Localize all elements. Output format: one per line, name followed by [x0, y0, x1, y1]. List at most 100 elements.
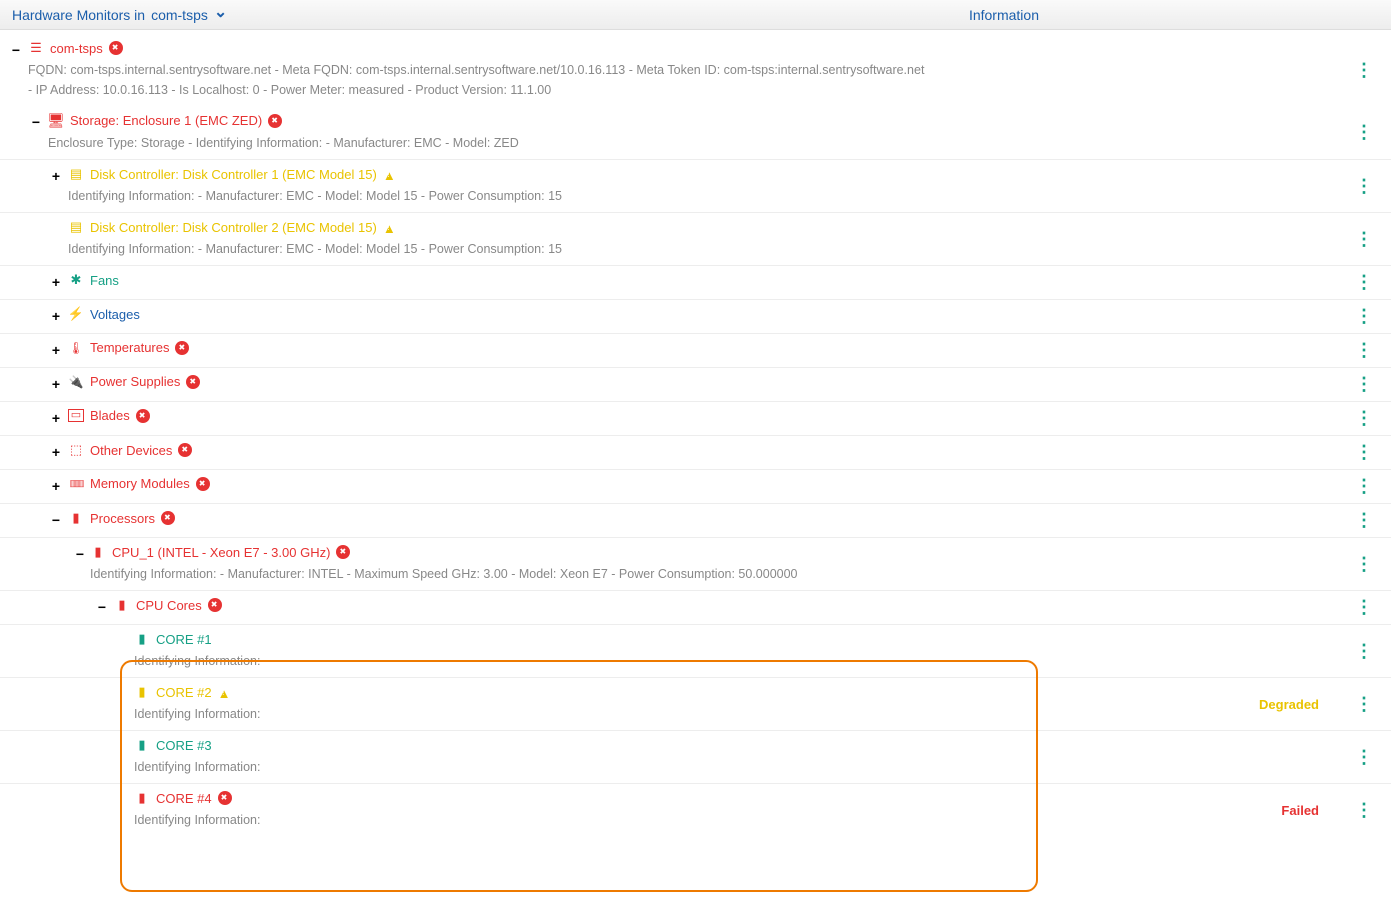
tree-row-host[interactable]: −com-tspsFQDN: com-tsps.internal.sentrys… [0, 34, 1391, 106]
tree-node-label[interactable]: Disk Controller: Disk Controller 2 (EMC … [90, 220, 377, 235]
tree-row-other[interactable]: + Other Devices ⋮ [0, 436, 1391, 470]
status-error-icon [218, 791, 232, 805]
kebab-menu-icon[interactable]: ⋮ [1337, 476, 1391, 497]
tree-node-meta: Identifying Information: - Manufacturer:… [90, 564, 990, 584]
tree-row-core2[interactable]: CORE #2Identifying Information:Degraded⋮ [0, 678, 1391, 731]
tree-node-label[interactable]: CORE #3 [156, 738, 212, 753]
tree-node-label[interactable]: Disk Controller: Disk Controller 1 (EMC … [90, 167, 377, 182]
status-text: Degraded [1227, 697, 1337, 712]
tree-row-core4[interactable]: CORE #4 Identifying Information: Failed⋮ [0, 784, 1391, 836]
kebab-menu-icon[interactable]: ⋮ [1337, 340, 1391, 361]
tree-node-label[interactable]: Other Devices [90, 443, 172, 458]
tree-node-label[interactable]: Storage: Enclosure 1 (EMC ZED) [70, 113, 262, 128]
status-error-icon [161, 511, 175, 525]
tree-row-dc1[interactable]: + Disk Controller: Disk Controller 1 (EMC… [0, 160, 1391, 213]
chevron-down-icon[interactable] [214, 5, 227, 25]
tree-row-cpu1[interactable]: − CPU_1 (INTEL - Xeon E7 - 3.00 GHz) Ident… [0, 538, 1391, 591]
kebab-menu-icon[interactable]: ⋮ [1337, 747, 1391, 768]
expander-icon[interactable]: − [50, 512, 62, 528]
tree-row-fans[interactable]: + Fans ⋮ [0, 266, 1391, 300]
tree-node-label[interactable]: CORE #1 [156, 632, 212, 647]
expander-icon[interactable]: − [30, 114, 42, 130]
kebab-menu-icon[interactable]: ⋮ [1337, 306, 1391, 327]
tree-node-meta: Identifying Information: [134, 810, 1034, 830]
hdd-icon [68, 219, 84, 235]
chip-icon [90, 544, 106, 560]
tree-node-label[interactable]: Power Supplies [90, 374, 180, 389]
expander-icon[interactable]: + [50, 308, 62, 324]
status-text: Failed [1227, 803, 1337, 818]
tree-row-mem[interactable]: + Memory Modules ⋮ [0, 470, 1391, 504]
tree-row-temps[interactable]: + Temperatures ⋮ [0, 334, 1391, 368]
expander-icon[interactable]: + [50, 168, 62, 184]
tree-row-enclosure1[interactable]: −Storage: Enclosure 1 (EMC ZED)Enclosure… [0, 106, 1391, 160]
tree-row-procs[interactable]: − Processors ⋮ [0, 504, 1391, 538]
tree-row-psu[interactable]: + Power Supplies ⋮ [0, 368, 1391, 402]
status-error-icon [175, 341, 189, 355]
monitor-icon [48, 112, 64, 129]
hardware-tree: −com-tspsFQDN: com-tsps.internal.sentrys… [0, 30, 1391, 836]
thermo-icon [68, 341, 84, 355]
fan-icon [68, 272, 84, 288]
tree-row-cores[interactable]: − CPU Cores ⋮ [0, 591, 1391, 625]
cluster-icon [68, 442, 84, 458]
server-icon [28, 40, 44, 56]
expander-icon[interactable]: − [10, 42, 22, 58]
info-tab[interactable]: Information [969, 7, 1039, 23]
expander-icon[interactable]: − [74, 546, 86, 562]
expander-icon[interactable]: + [50, 478, 62, 494]
status-error-icon [178, 443, 192, 457]
status-error-icon [268, 114, 282, 128]
expander-icon[interactable]: + [50, 342, 62, 358]
kebab-menu-icon[interactable]: ⋮ [1337, 176, 1391, 197]
kebab-menu-icon[interactable]: ⋮ [1337, 272, 1391, 293]
expander-icon[interactable]: + [50, 274, 62, 290]
tree-row-blades[interactable]: + Blades ⋮ [0, 402, 1391, 436]
tree-row-dc2[interactable]: Disk Controller: Disk Controller 2 (EMC … [0, 213, 1391, 266]
kebab-menu-icon[interactable]: ⋮ [1337, 510, 1391, 531]
tree-node-label[interactable]: Blades [90, 408, 130, 423]
blade-icon [68, 409, 84, 422]
tree-node-meta: Identifying Information: [134, 651, 1034, 671]
header-bar: Hardware Monitors in com-tsps Informatio… [0, 0, 1391, 30]
tree-node-label[interactable]: Temperatures [90, 340, 169, 355]
tree-node-label[interactable]: CORE #2 [156, 685, 212, 700]
header-title[interactable]: Hardware Monitors in com-tsps [12, 5, 227, 25]
kebab-menu-icon[interactable]: ⋮ [1337, 229, 1391, 250]
status-error-icon [336, 545, 350, 559]
status-error-icon [109, 41, 123, 55]
status-warning-icon [383, 167, 396, 182]
tree-node-meta: Identifying Information: [134, 757, 1034, 777]
tree-node-label[interactable]: CPU_1 (INTEL - Xeon E7 - 3.00 GHz) [112, 545, 330, 560]
chip-icon [134, 790, 150, 806]
plug-icon [68, 375, 84, 389]
kebab-menu-icon[interactable]: ⋮ [1337, 122, 1391, 143]
expander-icon[interactable]: + [50, 444, 62, 460]
status-error-icon [196, 477, 210, 491]
kebab-menu-icon[interactable]: ⋮ [1337, 60, 1391, 81]
tree-node-label[interactable]: CORE #4 [156, 791, 212, 806]
kebab-menu-icon[interactable]: ⋮ [1337, 641, 1391, 662]
kebab-menu-icon[interactable]: ⋮ [1337, 374, 1391, 395]
kebab-menu-icon[interactable]: ⋮ [1337, 597, 1391, 618]
expander-icon[interactable]: + [50, 410, 62, 426]
kebab-menu-icon[interactable]: ⋮ [1337, 694, 1391, 715]
tree-node-label[interactable]: com-tsps [50, 41, 103, 56]
expander-icon[interactable]: − [96, 599, 108, 615]
kebab-menu-icon[interactable]: ⋮ [1337, 554, 1391, 575]
tree-node-label[interactable]: Processors [90, 511, 155, 526]
kebab-menu-icon[interactable]: ⋮ [1337, 408, 1391, 429]
chip-icon [114, 597, 130, 613]
kebab-menu-icon[interactable]: ⋮ [1337, 442, 1391, 463]
tree-row-voltages[interactable]: + Voltages ⋮ [0, 300, 1391, 334]
tree-node-label[interactable]: Voltages [90, 307, 140, 322]
status-warning-icon [383, 220, 396, 235]
chip-icon [68, 510, 84, 526]
expander-icon[interactable]: + [50, 376, 62, 392]
tree-row-core3[interactable]: CORE #3 Identifying Information: ⋮ [0, 731, 1391, 784]
tree-node-label[interactable]: Memory Modules [90, 476, 190, 491]
tree-node-label[interactable]: CPU Cores [136, 598, 202, 613]
tree-row-core1[interactable]: CORE #1 Identifying Information: ⋮ [0, 625, 1391, 678]
tree-node-label[interactable]: Fans [90, 273, 119, 288]
kebab-menu-icon[interactable]: ⋮ [1337, 800, 1391, 821]
